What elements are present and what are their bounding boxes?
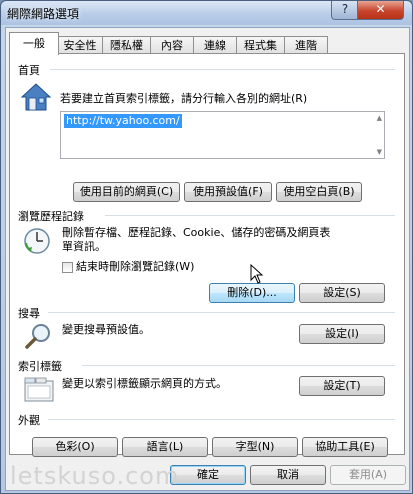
delete-on-exit-label[interactable]: 結束時刪除瀏覽記錄(W) <box>76 260 194 274</box>
dialog-client-area: 一般 安全性 隱私權 內容 連線 程式集 進階 首頁 若要建立首頁索引標籤，請分… <box>5 27 410 491</box>
homepage-url-field[interactable]: http://tw.yahoo.com/ ▲ ▼ <box>60 111 385 159</box>
history-group-title: 瀏覽歷程記錄 <box>18 210 84 223</box>
fonts-button[interactable]: 字型(N) <box>212 437 298 457</box>
help-button[interactable]: ? <box>331 1 359 20</box>
history-divider <box>105 215 395 216</box>
search-description: 變更搜尋預設值。 <box>62 323 150 336</box>
ok-button[interactable]: 確定 <box>170 465 246 485</box>
tabs-description: 變更以索引標籤顯示網頁的方式。 <box>62 377 227 390</box>
tab-advanced[interactable]: 進階 <box>284 36 328 54</box>
mouse-pointer-icon <box>250 263 264 287</box>
close-button[interactable]: ✕ <box>357 1 404 20</box>
title-bar[interactable]: 網際網路選項 ? ✕ <box>1 1 412 25</box>
homepage-group-title: 首頁 <box>18 64 40 77</box>
appearance-group-title: 外觀 <box>18 414 40 427</box>
tabs-settings-button[interactable]: 設定(T) <box>299 376 385 396</box>
scroll-down-icon[interactable]: ▼ <box>377 148 382 156</box>
appearance-divider <box>48 419 395 420</box>
watermark-text: letskuso.com <box>10 462 180 490</box>
languages-button[interactable]: 語言(L) <box>122 437 208 457</box>
homepage-description: 若要建立首頁索引標籤，請分行輸入各別的網址(R) <box>60 92 308 105</box>
search-group-title: 搜尋 <box>18 307 40 320</box>
delete-on-exit-checkbox[interactable] <box>62 262 73 273</box>
scroll-up-icon[interactable]: ▲ <box>377 114 382 122</box>
accessibility-button[interactable]: 協助工具(E) <box>302 437 388 457</box>
use-default-button[interactable]: 使用預設值(F) <box>184 182 272 202</box>
cancel-button[interactable]: 取消 <box>250 465 326 485</box>
search-settings-button[interactable]: 設定(I) <box>299 324 385 344</box>
apply-button[interactable]: 套用(A) <box>330 465 406 485</box>
search-divider <box>48 312 395 313</box>
homepage-divider <box>50 69 395 70</box>
dialog-window: 網際網路選項 ? ✕ 一般 安全性 隱私權 內容 連線 程式集 進階 首頁 若要… <box>0 0 413 494</box>
history-settings-button[interactable]: 設定(S) <box>299 283 385 303</box>
use-blank-button[interactable]: 使用空白頁(B) <box>276 182 362 202</box>
tabs-divider <box>82 365 395 366</box>
tabs-group-title: 索引標籤 <box>18 360 62 373</box>
tab-privacy[interactable]: 隱私權 <box>102 36 151 54</box>
magnifier-icon <box>24 322 54 353</box>
use-current-button[interactable]: 使用目前的網頁(C) <box>73 182 180 202</box>
tabbed-window-icon <box>24 377 56 406</box>
colors-button[interactable]: 色彩(O) <box>32 437 118 457</box>
homepage-url-value: http://tw.yahoo.com/ <box>64 114 182 128</box>
tab-security[interactable]: 安全性 <box>57 36 103 54</box>
tab-connections[interactable]: 連線 <box>193 36 237 54</box>
history-description-line2: 單資訊。 <box>62 240 106 253</box>
house-icon <box>20 82 52 115</box>
tab-content[interactable]: 內容 <box>150 36 194 54</box>
window-title: 網際網路選項 <box>7 7 80 21</box>
general-tab-panel: 首頁 若要建立首頁索引標籤，請分行輸入各別的網址(R) http://tw.ya… <box>9 53 405 457</box>
clock-history-icon <box>22 226 54 259</box>
tab-programs[interactable]: 程式集 <box>236 36 285 54</box>
tab-general[interactable]: 一般 <box>9 32 59 55</box>
history-description-line1: 刪除暫存檔、歷程記錄、Cookie、儲存的密碼及網頁表 <box>62 226 331 239</box>
